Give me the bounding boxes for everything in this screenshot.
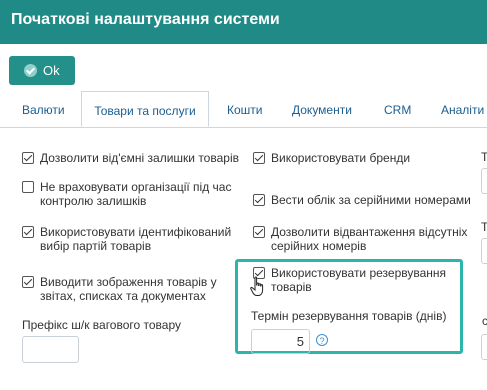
toolbar: Ok <box>0 44 487 91</box>
identified-batches-checkbox[interactable] <box>22 226 34 238</box>
col3-label-1: Т <box>481 150 487 164</box>
ok-button-label: Ok <box>43 63 60 78</box>
weight-prefix-label: Префікс ш/к вагового товару <box>22 318 181 332</box>
allow-missing-serials-label: Дозволити відвантаження відсутніх серійн… <box>271 225 468 253</box>
col3-input-3[interactable] <box>481 334 487 360</box>
allow-negative-stock-checkbox[interactable] <box>22 152 34 164</box>
window-title: Початкові налаштування системи <box>11 11 280 28</box>
tab-funds[interactable]: Кошти <box>227 103 263 117</box>
allow-missing-serials-checkbox[interactable] <box>253 226 265 238</box>
title-bar: Початкові налаштування системи <box>0 0 487 44</box>
serial-numbers-label: Вести облік за серійними номерами <box>271 193 471 207</box>
allow-negative-stock-label: Дозволити від'ємні залишки товарів <box>40 151 239 165</box>
settings-panel: Дозволити від'ємні залишки товарів Не вр… <box>0 128 487 390</box>
use-reservation-label: Використовувати резервування товарів <box>271 266 447 294</box>
hand-pointer-icon <box>250 276 264 296</box>
serial-numbers-checkbox[interactable] <box>253 194 265 206</box>
tab-bar: Валюти Товари та послуги Кошти Документи… <box>0 91 487 128</box>
tab-goods-services[interactable]: Товари та послуги <box>81 91 209 127</box>
show-images-checkbox[interactable] <box>22 276 34 288</box>
ignore-organizations-label: Не враховувати організації під час контр… <box>40 180 232 208</box>
show-images-label: Виводити зображення товарів у звітах, сп… <box>40 275 217 303</box>
identified-batches-label: Використовувати ідентифікований вибір па… <box>40 225 232 253</box>
tab-currencies[interactable]: Валюти <box>22 103 65 117</box>
tab-crm[interactable]: CRM <box>384 103 411 117</box>
tab-documents[interactable]: Документи <box>292 103 352 117</box>
col3-input-1[interactable] <box>481 168 487 194</box>
ok-button[interactable]: Ok <box>9 56 75 85</box>
reserve-term-label: Термін резервування товарів (днів) <box>251 309 447 323</box>
question-circle-icon[interactable]: ? <box>316 334 328 346</box>
reserve-term-value: 5 <box>296 334 304 349</box>
col3-label-3: с <box>482 314 487 328</box>
tab-analytics[interactable]: Аналіти <box>441 103 484 117</box>
col3-input-2[interactable] <box>481 238 487 264</box>
weight-prefix-input[interactable] <box>22 336 79 363</box>
ignore-organizations-checkbox[interactable] <box>22 181 34 193</box>
reserve-term-input[interactable]: 5 <box>251 329 310 354</box>
use-brands-label: Використовувати бренди <box>271 151 411 165</box>
col3-label-2: Т <box>481 220 487 234</box>
check-circle-icon <box>24 64 37 77</box>
use-brands-checkbox[interactable] <box>253 152 265 164</box>
